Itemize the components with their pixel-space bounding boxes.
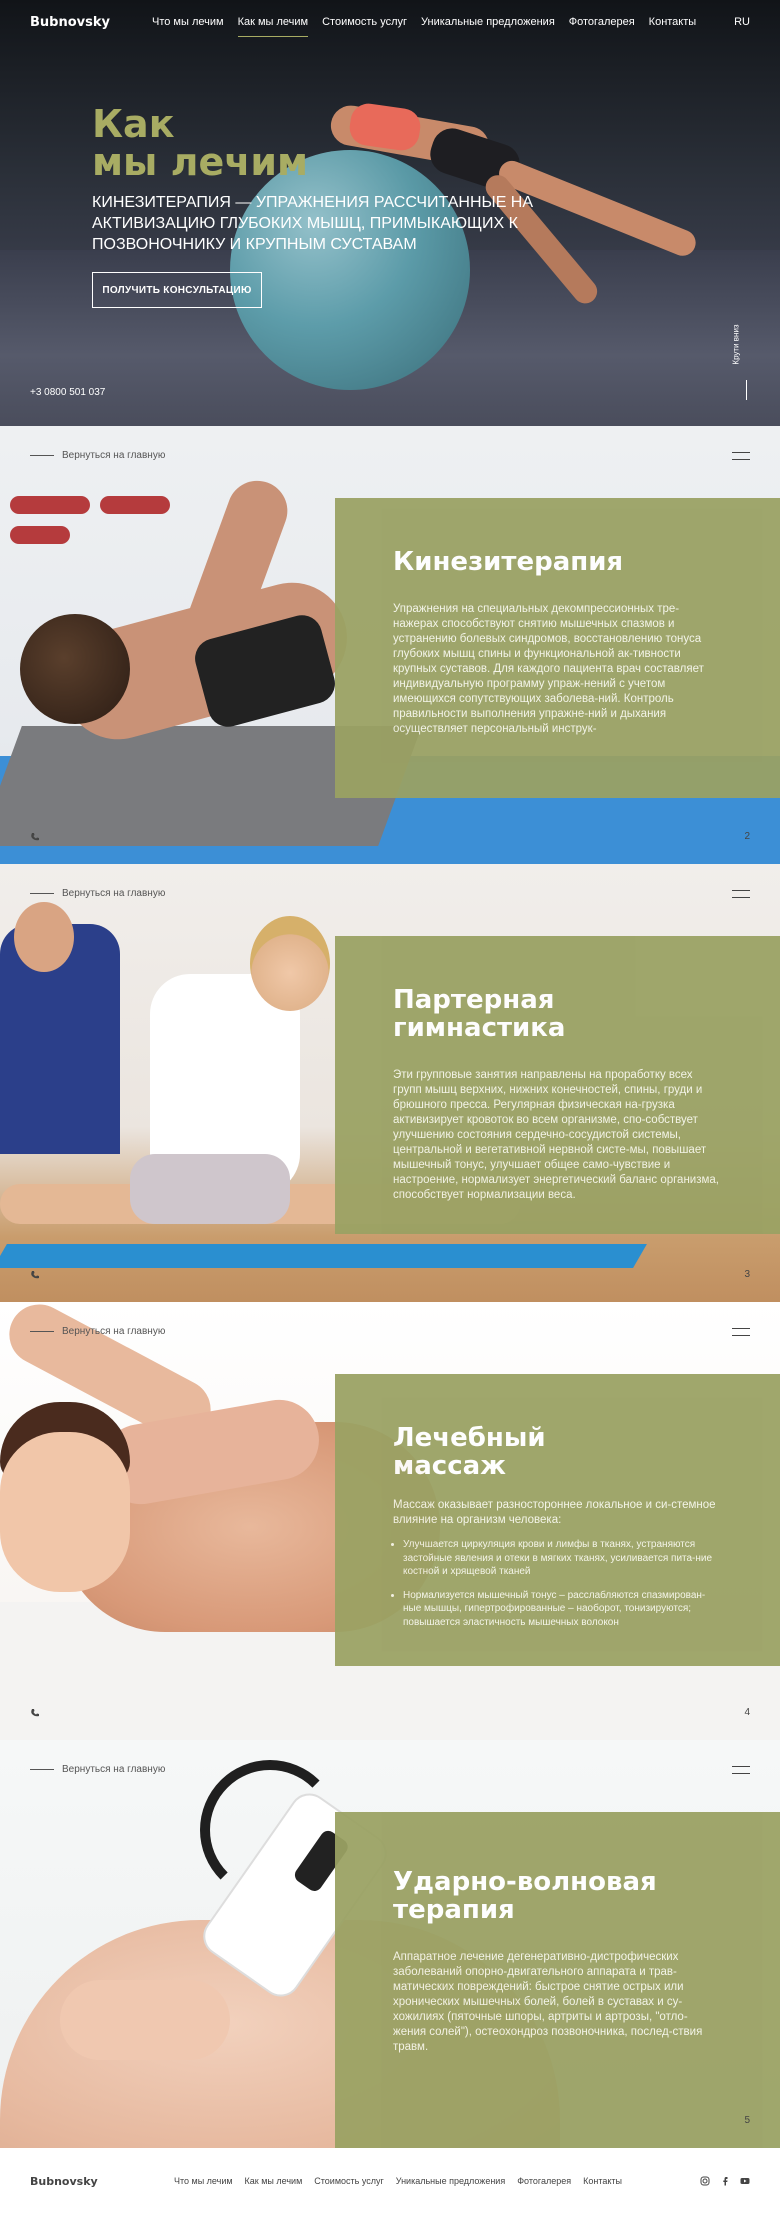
woman-shorts-image [130, 1154, 290, 1224]
phone-icon[interactable] [30, 832, 40, 842]
footer-menu-item[interactable]: Контакты [583, 2176, 622, 2186]
therapist-hand-image [60, 1980, 230, 2060]
footer-menu-item[interactable]: Стоимость услуг [314, 2176, 384, 2186]
phone-icon[interactable] [30, 1270, 40, 1280]
info-panel: Ударно-волновая терапия Аппаратное лечен… [335, 1812, 780, 2148]
section-title: Лечебный массаж [393, 1424, 720, 1480]
section-text: Эти групповые занятия направлены на прор… [393, 1069, 719, 1201]
menu-icon[interactable] [732, 890, 750, 898]
section-text: Упражнения на специальных декомпрессионн… [393, 603, 704, 735]
benefits-list: Улучшается циркуляция крови и лимфы в тк… [393, 1538, 720, 1629]
footer-logo[interactable]: Bubnovsky [30, 2175, 174, 2188]
main-menu: Что мы лечим Как мы лечим Стоимость услу… [152, 8, 696, 37]
footer-menu-item[interactable]: Фотогалерея [517, 2176, 571, 2186]
footer-menu-item[interactable]: Уникальные предложения [396, 2176, 505, 2186]
info-panel: Лечебный массаж Массаж оказывает разност… [335, 1374, 780, 1666]
back-to-home-label: Вернуться на главную [62, 1326, 166, 1337]
section-therapeutic-massage: Вернуться на главную Лечебный массаж Мас… [0, 1302, 780, 1740]
language-switcher[interactable]: RU [734, 16, 750, 28]
phone-number[interactable]: +3 0800 501 037 [30, 387, 105, 398]
back-to-home-link[interactable]: Вернуться на главную [30, 450, 165, 461]
facebook-icon[interactable] [720, 2176, 730, 2186]
section-text: Аппаратное лечение дегенеративно-дистроф… [393, 1951, 703, 2053]
man-head-image [20, 614, 130, 724]
back-to-home-label: Вернуться на главную [62, 888, 166, 899]
phone-icon[interactable] [30, 1708, 40, 1718]
woman-face-image [0, 1432, 130, 1592]
back-to-home-link[interactable]: Вернуться на главную [30, 888, 165, 899]
menu-item-contacts[interactable]: Контакты [649, 8, 697, 37]
youtube-icon[interactable] [740, 2176, 750, 2186]
page-title-line2: мы лечим [92, 140, 309, 184]
exercise-mat-image [0, 1244, 647, 1268]
menu-item-gallery[interactable]: Фотогалерея [569, 8, 635, 37]
section-number: 4 [744, 1707, 750, 1718]
menu-item-prices[interactable]: Стоимость услуг [322, 8, 407, 37]
section-kinesitherapy: Вернуться на главную Кинезитерапия Упраж… [0, 426, 780, 864]
menu-icon[interactable] [732, 1328, 750, 1336]
page-title: Как мы лечим [92, 105, 308, 181]
man-head-image [14, 902, 74, 972]
list-item: Нормализуется мышечный тонус – расслабля… [403, 1589, 720, 1630]
menu-icon[interactable] [732, 452, 750, 460]
list-item: Улучшается циркуляция крови и лимфы в тк… [403, 1538, 720, 1579]
section-number: 5 [744, 2115, 750, 2126]
section-floor-gymnastics: Вернуться на главную Партерная гимнастик… [0, 864, 780, 1302]
section-title-line2: гимнастика [393, 1013, 566, 1043]
menu-item-what-we-treat[interactable]: Что мы лечим [152, 8, 224, 37]
instagram-icon[interactable] [700, 2176, 710, 2186]
section-number: 2 [744, 831, 750, 842]
section-shockwave-therapy: Вернуться на главную Ударно-волновая тер… [0, 1740, 780, 2148]
hero-section: Bubnovsky Что мы лечим Как мы лечим Стои… [0, 0, 780, 426]
social-links [700, 2176, 750, 2186]
back-to-home-link[interactable]: Вернуться на главную [30, 1326, 165, 1337]
gym-equipment-image [0, 496, 200, 556]
arrow-left-icon [30, 1331, 54, 1332]
section-title-line1: Лечебный [393, 1423, 546, 1453]
arrow-left-icon [30, 1769, 54, 1770]
top-navigation: Bubnovsky Что мы лечим Как мы лечим Стои… [0, 0, 780, 44]
hero-subtitle: КИНЕЗИТЕРАПИЯ — УПРАЖНЕНИЯ РАССЧИТАННЫЕ … [92, 194, 534, 253]
section-number: 3 [744, 1269, 750, 1280]
info-panel: Партерная гимнастика Эти групповые занят… [335, 936, 780, 1234]
footer-menu: Что мы лечим Как мы лечим Стоимость услу… [174, 2176, 622, 2186]
get-consultation-button[interactable]: ПОЛУЧИТЬ КОНСУЛЬТАЦИЮ [92, 272, 262, 308]
section-title: Кинезитерапия [393, 547, 624, 577]
menu-item-how-we-treat[interactable]: Как мы лечим [237, 8, 309, 37]
scroll-down-indicator[interactable]: Крути вниз [732, 324, 752, 400]
arrow-left-icon [30, 455, 54, 456]
section-title-line2: терапия [393, 1895, 515, 1925]
page-title-line1: Как [92, 102, 175, 146]
section-text: Массаж оказывает разностороннее локально… [393, 1499, 716, 1526]
section-title-line1: Партерная [393, 985, 555, 1015]
info-panel: Кинезитерапия Упражнения на специальных … [335, 498, 780, 798]
section-title: Ударно-волновая терапия [393, 1868, 720, 1924]
section-title: Партерная гимнастика [393, 986, 720, 1042]
menu-item-offers[interactable]: Уникальные предложения [421, 8, 555, 37]
footer: Bubnovsky Что мы лечим Как мы лечим Стои… [0, 2148, 780, 2214]
section-title-line2: массаж [393, 1451, 507, 1481]
menu-icon[interactable] [732, 1766, 750, 1774]
section-title-line1: Ударно-волновая [393, 1867, 657, 1897]
arrow-down-icon [746, 380, 747, 400]
back-to-home-label: Вернуться на главную [62, 450, 166, 461]
woman-head-image [250, 916, 330, 1011]
logo[interactable]: Bubnovsky [30, 15, 152, 30]
scroll-down-label: Крути вниз [731, 324, 741, 365]
footer-menu-item[interactable]: Что мы лечим [174, 2176, 233, 2186]
footer-menu-item[interactable]: Как мы лечим [245, 2176, 303, 2186]
back-to-home-link[interactable]: Вернуться на главную [30, 1764, 165, 1775]
arrow-left-icon [30, 893, 54, 894]
back-to-home-label: Вернуться на главную [62, 1764, 166, 1775]
